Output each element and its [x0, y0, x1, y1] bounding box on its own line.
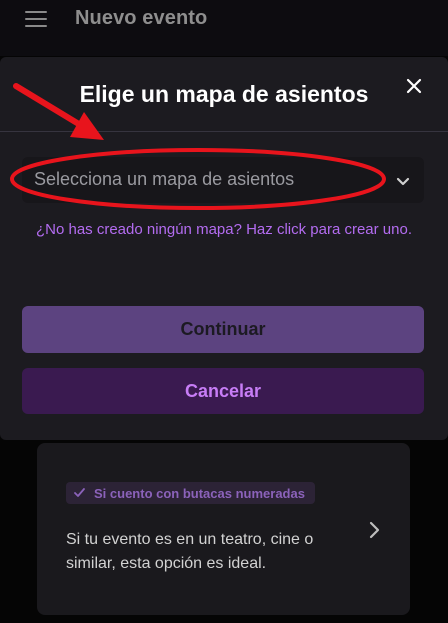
cancel-button[interactable]: Cancelar [22, 368, 424, 414]
continue-button[interactable]: Continuar [22, 306, 424, 353]
seat-map-select[interactable]: Selecciona un mapa de asientos [22, 157, 424, 203]
badge-label: Si cuento con butacas numeradas [94, 485, 305, 501]
hamburger-menu-icon[interactable] [25, 11, 47, 27]
status-badge: Si cuento con butacas numeradas [66, 482, 315, 504]
select-placeholder: Selecciona un mapa de asientos [34, 169, 295, 189]
modal-title: Elige un mapa de asientos [79, 81, 369, 107]
create-map-link[interactable]: ¿No has creado ningún mapa? Haz click pa… [30, 217, 418, 242]
check-icon [74, 488, 85, 498]
chevron-right-icon [368, 520, 382, 540]
seat-map-modal: Elige un mapa de asientos Selecciona un … [0, 57, 448, 440]
app-header: Nuevo evento [0, 0, 448, 56]
card-description: Si tu evento es en un teatro, cine o sim… [66, 531, 314, 572]
page-title: Nuevo evento [75, 7, 208, 29]
close-icon[interactable] [404, 76, 424, 96]
modal-divider [0, 131, 448, 132]
chevron-down-icon [396, 174, 410, 186]
seat-option-card[interactable]: Si cuento con butacas numeradas Si tu ev… [37, 443, 410, 615]
